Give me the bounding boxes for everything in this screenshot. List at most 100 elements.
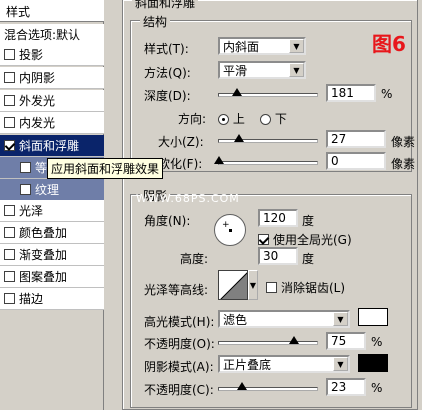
chevron-down-icon[interactable]: ▼ xyxy=(333,312,348,326)
method-label: 方法(Q): xyxy=(144,66,191,80)
soften-slider[interactable] xyxy=(214,156,318,165)
style-item-label: 内阴影 xyxy=(19,71,56,85)
crosshair-icon: + xyxy=(222,220,230,230)
anti-alias-checkbox[interactable]: 消除锯齿(L) xyxy=(266,279,345,296)
direction-up-radio[interactable] xyxy=(218,114,229,125)
style-item-checkbox[interactable] xyxy=(4,140,15,151)
style-item-checkbox[interactable] xyxy=(4,49,15,60)
styles-list: 样式 混合选项:默认 投影内阴影外发光内发光斜面和浮雕等纹理光泽颜色叠加渐变叠加… xyxy=(0,0,104,410)
shadow-opacity-slider[interactable] xyxy=(218,382,318,391)
size-slider-thumb[interactable] xyxy=(234,134,244,142)
shadow-opacity-thumb[interactable] xyxy=(237,382,247,390)
highlight-mode-label: 高光模式(H): xyxy=(144,315,215,329)
style-item[interactable]: 内阴影 xyxy=(0,67,104,89)
highlight-color-swatch[interactable] xyxy=(358,308,388,326)
method-select-value: 平滑 xyxy=(223,63,248,78)
gloss-contour-preview[interactable] xyxy=(218,270,248,300)
style-item-checkbox[interactable] xyxy=(4,117,15,128)
style-item-label: 光泽 xyxy=(19,204,44,218)
shadow-mode-label: 阴影模式(A): xyxy=(144,360,214,374)
style-item[interactable]: 图案叠加 xyxy=(0,266,104,288)
size-input[interactable]: 27 xyxy=(326,130,386,148)
blend-options-item[interactable]: 混合选项:默认 xyxy=(0,24,104,46)
direction-down[interactable]: 下 xyxy=(260,110,287,127)
shadow-color-swatch[interactable] xyxy=(358,354,388,372)
style-item[interactable]: 外发光 xyxy=(0,90,104,112)
soften-input[interactable]: 0 xyxy=(326,152,386,170)
method-select[interactable]: 平滑 ▼ xyxy=(218,61,306,79)
style-item-label: 图案叠加 xyxy=(19,270,68,284)
bevel-emboss-panel: 斜面和浮雕 结构 图6 样式(T): 内斜面 ▼ 方法(Q): 平滑 ▼ 深度(… xyxy=(118,0,422,410)
style-item-checkbox[interactable] xyxy=(4,95,15,106)
style-item[interactable]: 描边 xyxy=(0,288,104,310)
style-item-checkbox[interactable] xyxy=(4,72,15,83)
style-item-label: 纹理 xyxy=(35,183,60,197)
highlight-mode-select[interactable]: 滤色 ▼ xyxy=(218,310,350,328)
size-slider[interactable] xyxy=(218,134,318,143)
global-light-checkbox[interactable]: 使用全局光(G) xyxy=(258,231,352,248)
style-item-label: 外发光 xyxy=(19,94,56,108)
angle-unit: 度 xyxy=(302,214,315,228)
soften-slider-thumb[interactable] xyxy=(214,156,224,164)
altitude-input[interactable]: 30 xyxy=(258,247,298,265)
style-item[interactable]: 颜色叠加 xyxy=(0,222,104,244)
direction-down-radio[interactable] xyxy=(260,114,271,125)
structure-title: 结构 xyxy=(140,13,171,30)
bevel-group-title: 斜面和浮雕 xyxy=(132,0,199,11)
highlight-mode-value: 滤色 xyxy=(223,312,248,327)
style-select[interactable]: 内斜面 ▼ xyxy=(218,37,306,55)
depth-input[interactable]: 181 xyxy=(326,84,376,102)
style-item-checkbox[interactable] xyxy=(4,227,15,238)
highlight-opacity-label: 不透明度(O): xyxy=(144,337,215,351)
soften-label: 软化(F): xyxy=(158,157,203,171)
global-light-label: 使用全局光(G) xyxy=(273,233,352,247)
direction-up[interactable]: 上 xyxy=(218,110,245,127)
style-item-label: 渐变叠加 xyxy=(19,248,68,262)
chevron-down-icon[interactable]: ▼ xyxy=(289,39,304,53)
anti-alias-label: 消除锯齿(L) xyxy=(281,281,346,295)
shadow-mode-select[interactable]: 正片叠底 ▼ xyxy=(218,355,350,373)
style-item[interactable]: 纹理 xyxy=(0,179,104,201)
figure-label: 图6 xyxy=(372,32,406,56)
style-select-value: 内斜面 xyxy=(223,39,260,54)
shadow-opacity-label: 不透明度(C): xyxy=(144,383,214,397)
style-item-checkbox[interactable] xyxy=(4,271,15,282)
style-item[interactable]: 内发光 xyxy=(0,112,104,134)
chevron-down-icon[interactable]: ▼ xyxy=(333,357,348,371)
style-item[interactable]: 斜面和浮雕 xyxy=(0,135,104,157)
style-item[interactable]: 投影 xyxy=(0,44,104,66)
style-item-label: 描边 xyxy=(19,292,44,306)
style-item-checkbox[interactable] xyxy=(20,184,31,195)
highlight-opacity-input[interactable]: 75 xyxy=(326,332,366,350)
shadow-opacity-input[interactable]: 23 xyxy=(326,378,366,396)
styles-header[interactable]: 样式 xyxy=(0,0,104,22)
style-label: 样式(T): xyxy=(144,42,189,56)
tooltip: 应用斜面和浮雕效果 xyxy=(47,158,164,179)
angle-dial[interactable]: + xyxy=(214,214,246,246)
style-item-checkbox[interactable] xyxy=(4,293,15,304)
depth-slider-thumb[interactable] xyxy=(232,88,242,96)
watermark: WWW.68PS.COM xyxy=(136,192,240,205)
style-item-label: 等 xyxy=(35,161,48,175)
shadow-opacity-unit: % xyxy=(371,381,383,395)
highlight-opacity-slider[interactable] xyxy=(218,336,318,345)
style-item[interactable]: 渐变叠加 xyxy=(0,244,104,266)
highlight-opacity-thumb[interactable] xyxy=(289,336,299,344)
contour-curve-icon xyxy=(220,272,247,299)
chevron-down-icon[interactable]: ▼ xyxy=(289,63,304,77)
style-item-label: 斜面和浮雕 xyxy=(19,139,80,153)
angle-input[interactable]: 120 xyxy=(258,209,298,227)
soften-unit: 像素 xyxy=(391,157,416,171)
style-item-checkbox[interactable] xyxy=(20,162,31,173)
style-item[interactable]: 光泽 xyxy=(0,200,104,222)
anti-alias-check[interactable] xyxy=(266,282,277,293)
style-item-label: 内发光 xyxy=(19,116,56,130)
depth-slider[interactable] xyxy=(218,88,318,97)
direction-down-label: 下 xyxy=(274,112,287,126)
style-item-checkbox[interactable] xyxy=(4,249,15,260)
global-light-check[interactable] xyxy=(258,234,269,245)
chevron-down-icon[interactable]: ▼ xyxy=(248,270,258,300)
altitude-unit: 度 xyxy=(302,252,315,266)
style-item-checkbox[interactable] xyxy=(4,205,15,216)
highlight-opacity-unit: % xyxy=(371,335,383,349)
